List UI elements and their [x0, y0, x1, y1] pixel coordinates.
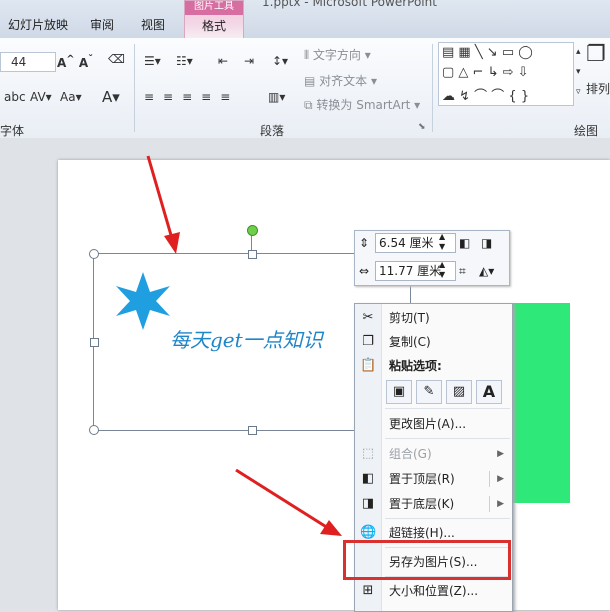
tab-view[interactable]: 视图 — [133, 14, 173, 36]
slide-text: 每天get一点知识 — [170, 328, 323, 352]
separator — [432, 44, 433, 132]
menu-separator — [385, 438, 510, 439]
arrange-icon[interactable]: ❐ — [586, 42, 606, 67]
char-spacing-icon[interactable]: AV▾ — [30, 90, 52, 104]
decrease-indent-icon[interactable]: ⇤ — [218, 54, 228, 68]
window-title: 1.pptx - Microsoft PowerPoint — [262, 0, 437, 9]
paragraph-launcher-icon[interactable]: ⬊ — [418, 122, 426, 132]
paste-text-only-icon[interactable]: A — [476, 380, 502, 404]
misc-shapes-icon[interactable]: ☁ ↯ ⌒ ⌒ { } — [442, 85, 529, 104]
convert-smartart-button[interactable]: ⧉ 转换为 SmartArt ▾ — [304, 96, 420, 113]
paste-use-destination-icon[interactable]: ▣ — [386, 380, 412, 404]
menu-change-picture[interactable]: 更改图片(A)... — [355, 412, 512, 436]
menu-send-to-back[interactable]: ◨ 置于底层(K) ▶ — [355, 492, 512, 516]
bullets-icon[interactable]: ☰▾ — [144, 54, 161, 68]
group-drawing-label: 绘图 — [574, 124, 599, 138]
shape-effects-icon[interactable]: ◭▾ — [479, 261, 494, 281]
picture-tools-label: 图片工具 — [185, 1, 243, 15]
ribbon: 44 A^ Aˇ ⌫ abc AV▾ Aa▾ A▾ 字体 ☰▾ ☷▾ ⇤ ⇥ ↕… — [0, 38, 610, 139]
star-shape-icon — [116, 272, 170, 330]
group-icon: ⬚ — [361, 446, 375, 461]
crop-icon[interactable]: ⌗ — [459, 261, 466, 281]
basic-shapes-icon[interactable]: ▢ △ ⌐ ↳ ⇨ ⇩ — [442, 65, 529, 80]
send-backward-icon[interactable]: ◨ — [481, 233, 492, 253]
resize-handle-w[interactable] — [90, 338, 99, 347]
menu-copy[interactable]: ❐ 复制(C) — [355, 330, 512, 354]
menu-size-position[interactable]: ⊞ 大小和位置(Z)... — [355, 579, 512, 603]
ribbon-tabs: 幻灯片放映 审阅 视图 图片工具 格式 1.pptx - Microsoft P… — [0, 0, 610, 39]
strikethrough-icon[interactable]: abc — [4, 90, 26, 104]
height-icon: ⇕ — [359, 236, 370, 250]
width-icon: ⇔ — [359, 264, 370, 278]
group-font-label: 字体 — [0, 124, 25, 138]
bring-forward-icon[interactable]: ◧ — [459, 233, 470, 253]
height-spinner[interactable]: ▲ ▼ — [439, 232, 445, 252]
paste-picture-icon[interactable]: ▨ — [446, 380, 472, 404]
gallery-scroll[interactable]: ▴ ▾ ▿ — [576, 42, 581, 102]
menu-group: ⬚ 组合(G) ▶ — [361, 446, 504, 461]
group-paragraph-label: 段落 — [260, 124, 285, 138]
red-arrow-icon — [235, 468, 342, 536]
size-position-icon: ⊞ — [362, 583, 374, 598]
menu-cut[interactable]: ✂ 剪切(T) — [355, 306, 512, 330]
font-color-icon[interactable]: A▾ — [102, 88, 120, 106]
font-size-box[interactable]: 44 — [0, 52, 56, 72]
tab-format-label: 格式 — [201, 19, 226, 33]
numbering-icon[interactable]: ☷▾ — [176, 54, 193, 68]
bring-front-icon: ◧ — [361, 471, 375, 486]
columns-icon[interactable]: ▥▾ — [268, 90, 285, 104]
shapes-gallery[interactable]: ▤ ▦ ╲ ↘ ▭ ◯ ▢ △ ⌐ ↳ ⇨ ⇩ ☁ ↯ ⌒ ⌒ { } — [438, 42, 574, 106]
increase-indent-icon[interactable]: ⇥ — [244, 54, 254, 68]
rotation-handle[interactable] — [247, 225, 258, 236]
menu-paste-options: 📋 粘贴选项: — [360, 358, 442, 373]
resize-handle-nw[interactable] — [89, 249, 99, 259]
textbox-shape-icon[interactable]: ▤ ▦ ╲ ↘ ▭ ◯ — [442, 45, 533, 60]
menu-separator — [385, 518, 510, 519]
align-icons[interactable]: ≡≡≡≡≡ — [144, 90, 239, 104]
change-case-icon[interactable]: Aa▾ — [60, 90, 82, 104]
menu-bring-to-front[interactable]: ◧ 置于顶层(R) ▶ — [355, 467, 512, 491]
mini-toolbar: ⇕ 6.54 厘米 ▲ ▼ ◧ ◨ ⇔ 11.77 厘米 ▲ ▼ ⌗ ◭▾ — [354, 230, 510, 286]
highlight-box — [343, 540, 511, 580]
separator — [134, 44, 135, 132]
resize-handle-s[interactable] — [248, 426, 257, 435]
tab-format[interactable]: 图片工具 格式 — [184, 0, 244, 39]
resize-handle-sw[interactable] — [89, 425, 99, 435]
tab-slideshow[interactable]: 幻灯片放映 — [0, 14, 76, 36]
menu-separator — [385, 408, 510, 409]
text-direction-button[interactable]: ⫴ 文字方向 ▾ — [304, 46, 371, 63]
line-spacing-icon[interactable]: ↕▾ — [272, 54, 288, 68]
copy-icon: ❐ — [362, 334, 374, 349]
tab-review[interactable]: 审阅 — [82, 14, 122, 36]
align-text-button[interactable]: ▤ 对齐文本 ▾ — [304, 72, 377, 89]
resize-handle-n[interactable] — [248, 250, 257, 259]
paste-icon: 📋 — [360, 358, 377, 373]
paste-keep-format-icon[interactable]: ✎ — [416, 380, 442, 404]
grow-font-icon[interactable]: A^ Aˇ — [57, 54, 93, 70]
clear-format-icon[interactable]: ⌫ — [108, 52, 125, 66]
globe-link-icon: 🌐 — [360, 525, 377, 540]
send-back-icon: ◨ — [361, 496, 375, 511]
arrange-button[interactable]: 排列 — [586, 80, 610, 97]
scissors-icon: ✂ — [362, 310, 374, 325]
width-spinner[interactable]: ▲ ▼ — [439, 260, 445, 280]
red-arrow-icon — [146, 155, 180, 254]
